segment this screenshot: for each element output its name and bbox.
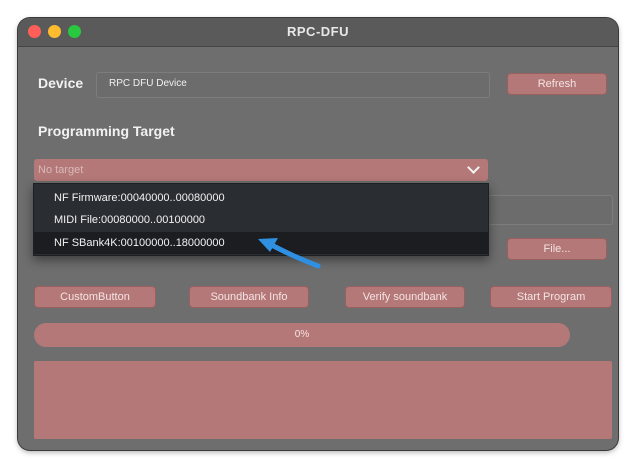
app-window: RPC-DFU Device RPC DFU Device Refresh Pr… xyxy=(18,18,618,450)
annotation-arrow-icon xyxy=(258,238,321,269)
